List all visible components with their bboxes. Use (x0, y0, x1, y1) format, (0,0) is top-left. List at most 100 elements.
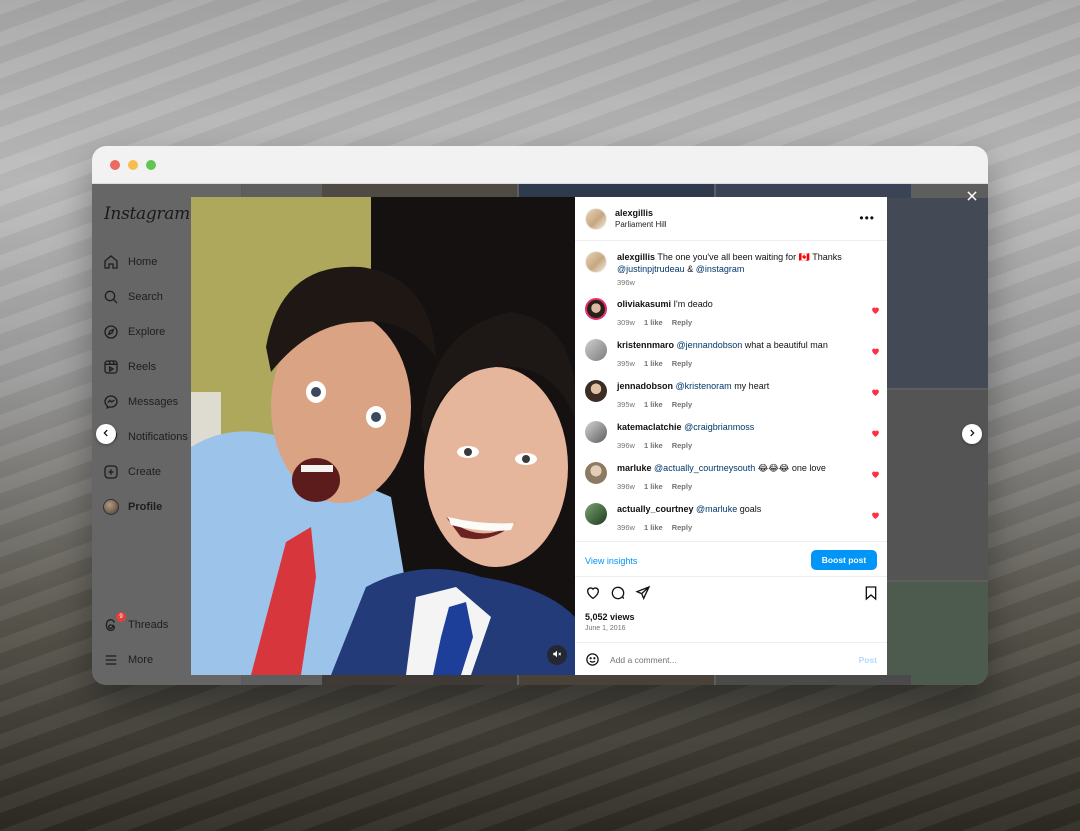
boost-post-button[interactable]: Boost post (811, 550, 877, 570)
caption-body-thanks: Thanks (812, 252, 842, 262)
share-icon[interactable] (635, 585, 653, 603)
avatar[interactable] (585, 208, 607, 230)
comment-input[interactable]: Add a comment... (610, 655, 677, 665)
reply-button[interactable]: Reply (672, 318, 692, 327)
previous-post-button[interactable] (96, 424, 116, 444)
sidebar-item-label: Threads (128, 619, 169, 631)
timestamp[interactable]: 396w (617, 482, 635, 491)
post-author[interactable]: alexgillis (615, 208, 667, 218)
liked-heart-icon[interactable] (871, 511, 880, 520)
liked-heart-icon[interactable] (871, 306, 880, 315)
sidebar-item-explore[interactable]: Explore (102, 320, 165, 344)
next-post-button[interactable] (962, 424, 982, 444)
maximize-window-button[interactable] (146, 160, 156, 170)
comment-meta: 395w 1 like Reply (617, 400, 701, 409)
like-count[interactable]: 1 like (644, 359, 663, 368)
avatar[interactable] (585, 421, 607, 443)
notification-badge: 9 (116, 612, 126, 622)
more-options-icon[interactable]: ••• (859, 211, 875, 225)
timestamp[interactable]: 396w (617, 278, 635, 287)
avatar[interactable] (585, 380, 607, 402)
mention-link[interactable]: @jennandobson (677, 340, 743, 350)
sidebar-item-threads[interactable]: 9 Threads (102, 612, 169, 637)
comment-username[interactable]: actually_courtney (617, 504, 694, 514)
sidebar-item-profile[interactable]: Profile (102, 495, 162, 519)
reply-button[interactable]: Reply (672, 441, 692, 450)
comment-username[interactable]: jennadobson (617, 381, 673, 391)
mute-button[interactable] (547, 645, 567, 665)
liked-heart-icon[interactable] (871, 347, 880, 356)
avatar[interactable] (585, 462, 607, 484)
feed-tile (322, 184, 517, 198)
comment-text: oliviakasumi I'm deado (617, 298, 867, 310)
like-count[interactable]: 1 like (644, 400, 663, 409)
caption-username[interactable]: alexgillis (617, 252, 655, 262)
timestamp[interactable]: 396w (617, 523, 635, 532)
timestamp[interactable]: 395w (617, 359, 635, 368)
reply-button[interactable]: Reply (672, 359, 692, 368)
compass-icon (102, 323, 120, 341)
close-modal-button[interactable] (964, 190, 980, 206)
mention-link[interactable]: @instagram (696, 264, 745, 274)
like-count[interactable]: 1 like (644, 441, 663, 450)
comment-username[interactable]: marluke (617, 463, 652, 473)
threads-icon: 9 (102, 612, 126, 634)
comment-text: marluke @actually_courtneysouth 😂😂😂 one … (617, 462, 867, 474)
close-window-button[interactable] (110, 160, 120, 170)
caption-body: The one you've all been waiting for (657, 252, 797, 262)
timestamp[interactable]: 395w (617, 400, 635, 409)
comment-username[interactable]: katemaclatchie (617, 422, 682, 432)
post-photo[interactable] (191, 197, 575, 675)
sidebar-item-more[interactable]: More (102, 648, 153, 672)
mention-link[interactable]: @actually_courtneysouth (654, 463, 755, 473)
comment-icon[interactable] (610, 585, 628, 603)
mention-link[interactable]: @marluke (696, 504, 737, 514)
close-icon (965, 189, 979, 208)
reply-button[interactable]: Reply (672, 523, 692, 532)
feed-tile (887, 582, 988, 685)
caption-text: alexgillis The one you've all been waiti… (617, 251, 867, 275)
timestamp[interactable]: 396w (617, 441, 635, 450)
sidebar-item-messages[interactable]: Messages (102, 390, 178, 414)
avatar (103, 499, 119, 515)
reply-button[interactable]: Reply (672, 400, 692, 409)
like-count[interactable]: 1 like (644, 482, 663, 491)
avatar[interactable] (585, 339, 607, 361)
comment-meta: 395w 1 like Reply (617, 359, 701, 368)
mention-link[interactable]: @kristenoram (676, 381, 732, 391)
emoji-icon[interactable] (585, 652, 600, 672)
bookmark-icon[interactable] (863, 585, 881, 603)
views-count[interactable]: 5,052 views (585, 612, 635, 622)
speaker-muted-icon (552, 646, 562, 664)
mention-link[interactable]: @craigbrianmoss (684, 422, 754, 432)
window-titlebar (92, 146, 988, 184)
reply-button[interactable]: Reply (672, 482, 692, 491)
sidebar-item-home[interactable]: Home (102, 250, 157, 274)
view-insights-link[interactable]: View insights (585, 556, 637, 566)
avatar[interactable] (585, 298, 607, 320)
like-count[interactable]: 1 like (644, 318, 663, 327)
sidebar-item-search[interactable]: Search (102, 285, 163, 309)
comment-text: kristennmaro @jennandobson what a beauti… (617, 339, 867, 351)
sidebar-item-create[interactable]: Create (102, 460, 161, 484)
avatar[interactable] (585, 251, 607, 273)
liked-heart-icon[interactable] (871, 470, 880, 479)
mention-link[interactable]: @justinpjtrudeau (617, 264, 685, 274)
like-icon[interactable] (585, 585, 603, 603)
post-comment-button[interactable]: Post (859, 655, 877, 665)
minimize-window-button[interactable] (128, 160, 138, 170)
feed-tile (519, 675, 714, 685)
liked-heart-icon[interactable] (871, 429, 880, 438)
timestamp[interactable]: 309w (617, 318, 635, 327)
sidebar-item-reels[interactable]: Reels (102, 355, 156, 379)
hamburger-icon (102, 651, 120, 669)
comment-username[interactable]: kristennmaro (617, 340, 674, 350)
sidebar-item-label: Messages (128, 396, 179, 408)
comment-username[interactable]: oliviakasumi (617, 299, 671, 309)
like-count[interactable]: 1 like (644, 523, 663, 532)
avatar[interactable] (585, 503, 607, 525)
post-location[interactable]: Parliament Hill (615, 220, 667, 229)
instagram-logo[interactable]: Instagram (104, 204, 190, 224)
sidebar-item-label: Create (128, 466, 162, 478)
liked-heart-icon[interactable] (871, 388, 880, 397)
